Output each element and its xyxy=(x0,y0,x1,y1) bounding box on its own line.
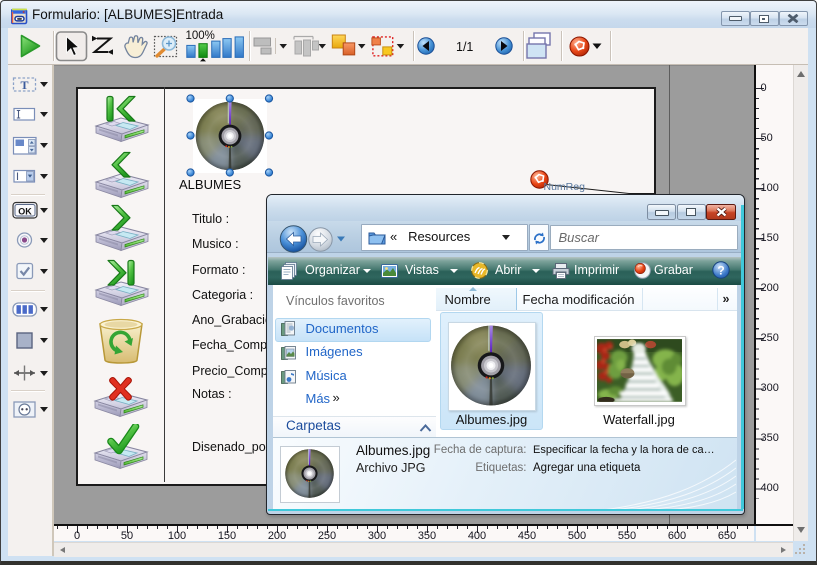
svg-text:OK: OK xyxy=(18,207,32,217)
svg-text:?: ? xyxy=(717,264,724,278)
svg-text:T: T xyxy=(20,78,28,92)
